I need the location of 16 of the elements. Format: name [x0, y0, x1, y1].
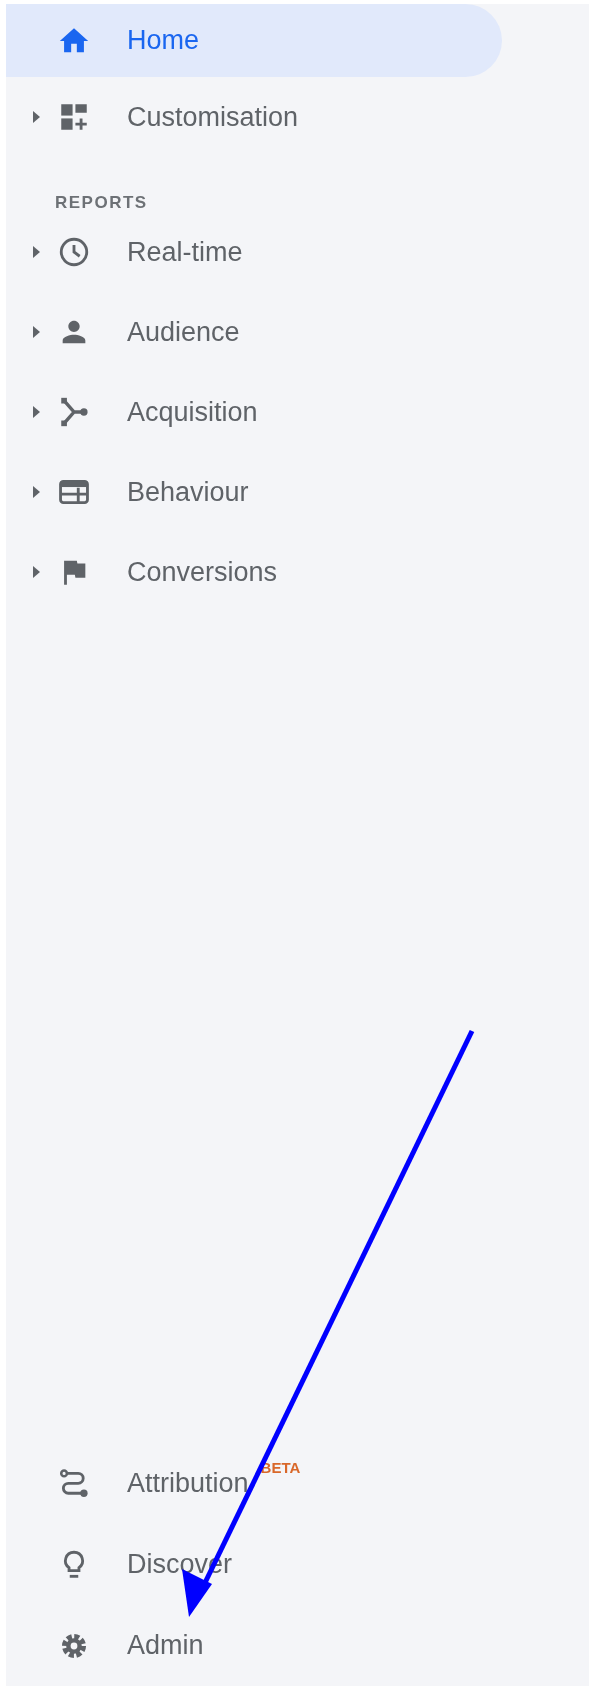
- caret-icon: [31, 405, 41, 419]
- nav-item[interactable]: Real-time: [6, 212, 502, 292]
- caret-icon: [31, 485, 41, 499]
- nav-item[interactable]: Audience: [6, 292, 502, 372]
- section-heading: REPORTS: [54, 192, 149, 212]
- nav-item[interactable]: Behaviour: [6, 452, 502, 532]
- nav-item[interactable]: Admin: [6, 1605, 502, 1686]
- nav-item[interactable]: Customisation: [6, 77, 502, 157]
- caret-icon: [31, 565, 41, 579]
- caret-icon: [31, 110, 41, 124]
- nav-item[interactable]: Conversions: [6, 532, 502, 612]
- clock-icon: [57, 235, 91, 269]
- nav-item[interactable]: Home: [6, 4, 502, 77]
- caret-icon: [31, 325, 41, 339]
- caret-icon: [31, 245, 41, 259]
- nav-item[interactable]: Acquisition: [6, 372, 502, 452]
